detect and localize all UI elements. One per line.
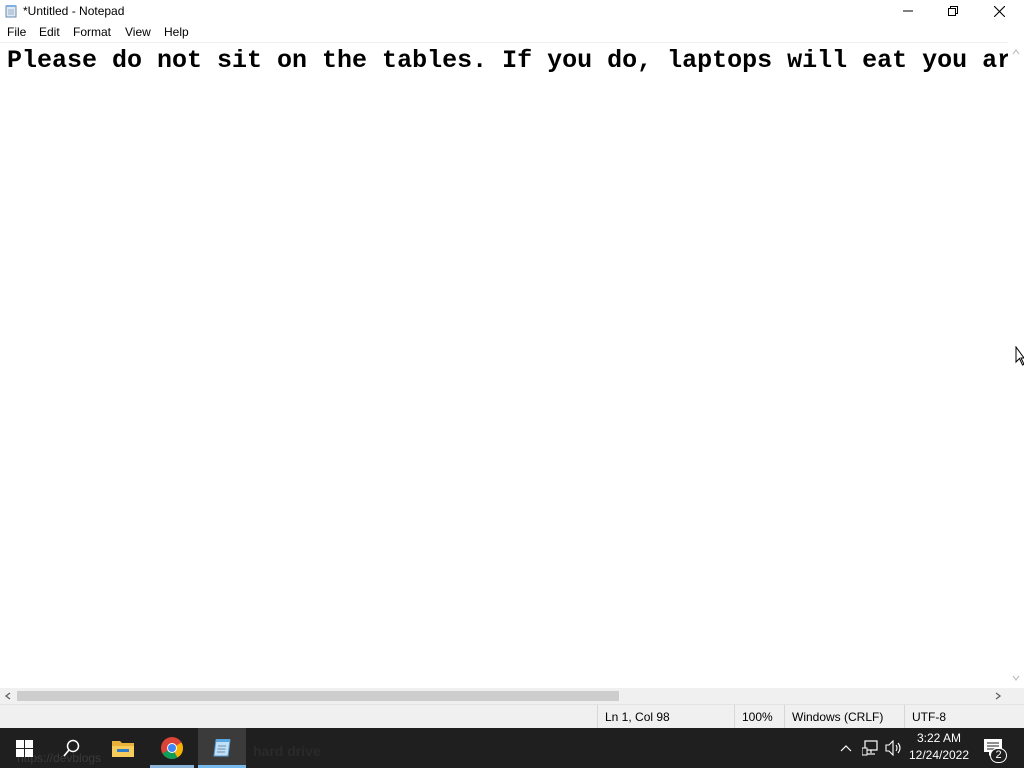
menu-file[interactable]: File [7, 25, 26, 39]
file-explorer-button[interactable] [100, 728, 146, 768]
notepad-taskbar-button[interactable] [198, 728, 246, 768]
scroll-up-icon[interactable] [1012, 48, 1020, 56]
scroll-down-icon[interactable] [1012, 674, 1020, 682]
search-icon [63, 739, 80, 757]
status-zoom: 100% [734, 705, 782, 729]
status-line-ending: Windows (CRLF) [784, 705, 902, 729]
network-button[interactable] [861, 738, 881, 758]
horizontal-scrollbar[interactable] [0, 688, 1008, 704]
close-button[interactable] [976, 0, 1022, 22]
volume-icon [885, 740, 901, 756]
minimize-icon [903, 10, 913, 12]
status-encoding: UTF-8 [904, 705, 1024, 729]
restore-icon [948, 6, 958, 16]
window-title: *Untitled - Notepad [23, 4, 125, 18]
close-icon [993, 5, 1005, 17]
show-hidden-icons-button[interactable] [836, 738, 856, 758]
scrollbar-corner [1008, 688, 1024, 704]
chrome-button[interactable] [148, 728, 196, 768]
notification-count-badge: 2 [990, 748, 1007, 763]
notepad-icon [213, 739, 231, 757]
folder-icon [112, 741, 134, 757]
mouse-cursor-icon [1015, 346, 1024, 366]
clock-date: 12/24/2022 [908, 748, 970, 762]
menu-bar: File Edit Format View Help [0, 22, 1024, 42]
text-editor[interactable]: Please do not sit on the tables. If you … [0, 42, 1008, 688]
chrome-icon [161, 737, 183, 759]
volume-button[interactable] [884, 738, 904, 758]
restore-button[interactable] [930, 0, 976, 22]
chevron-up-icon [840, 745, 852, 752]
scroll-right-icon[interactable] [994, 692, 1002, 700]
clock-time: 3:22 AM [916, 731, 962, 745]
menu-edit[interactable]: Edit [39, 25, 60, 39]
ghost-title-text: hard drive [253, 743, 321, 759]
editor-content[interactable]: Please do not sit on the tables. If you … [7, 47, 1008, 75]
search-button[interactable] [48, 728, 96, 768]
minimize-button[interactable] [885, 0, 931, 22]
title-bar[interactable]: *Untitled - Notepad [0, 0, 1024, 22]
scroll-left-icon[interactable] [4, 692, 12, 700]
network-icon [862, 740, 878, 756]
horizontal-scroll-thumb[interactable] [17, 691, 619, 701]
windows-logo-icon [15, 739, 33, 757]
taskbar-clock[interactable]: 3:22 AM 12/24/2022 [905, 730, 973, 766]
notepad-icon [5, 5, 17, 18]
status-bar: Ln 1, Col 98 100% Windows (CRLF) UTF-8 [0, 704, 1024, 729]
start-button[interactable] [0, 728, 48, 768]
status-position: Ln 1, Col 98 [597, 705, 731, 729]
menu-format[interactable]: Format [73, 25, 111, 39]
menu-help[interactable]: Help [164, 25, 189, 39]
menu-view[interactable]: View [125, 25, 151, 39]
